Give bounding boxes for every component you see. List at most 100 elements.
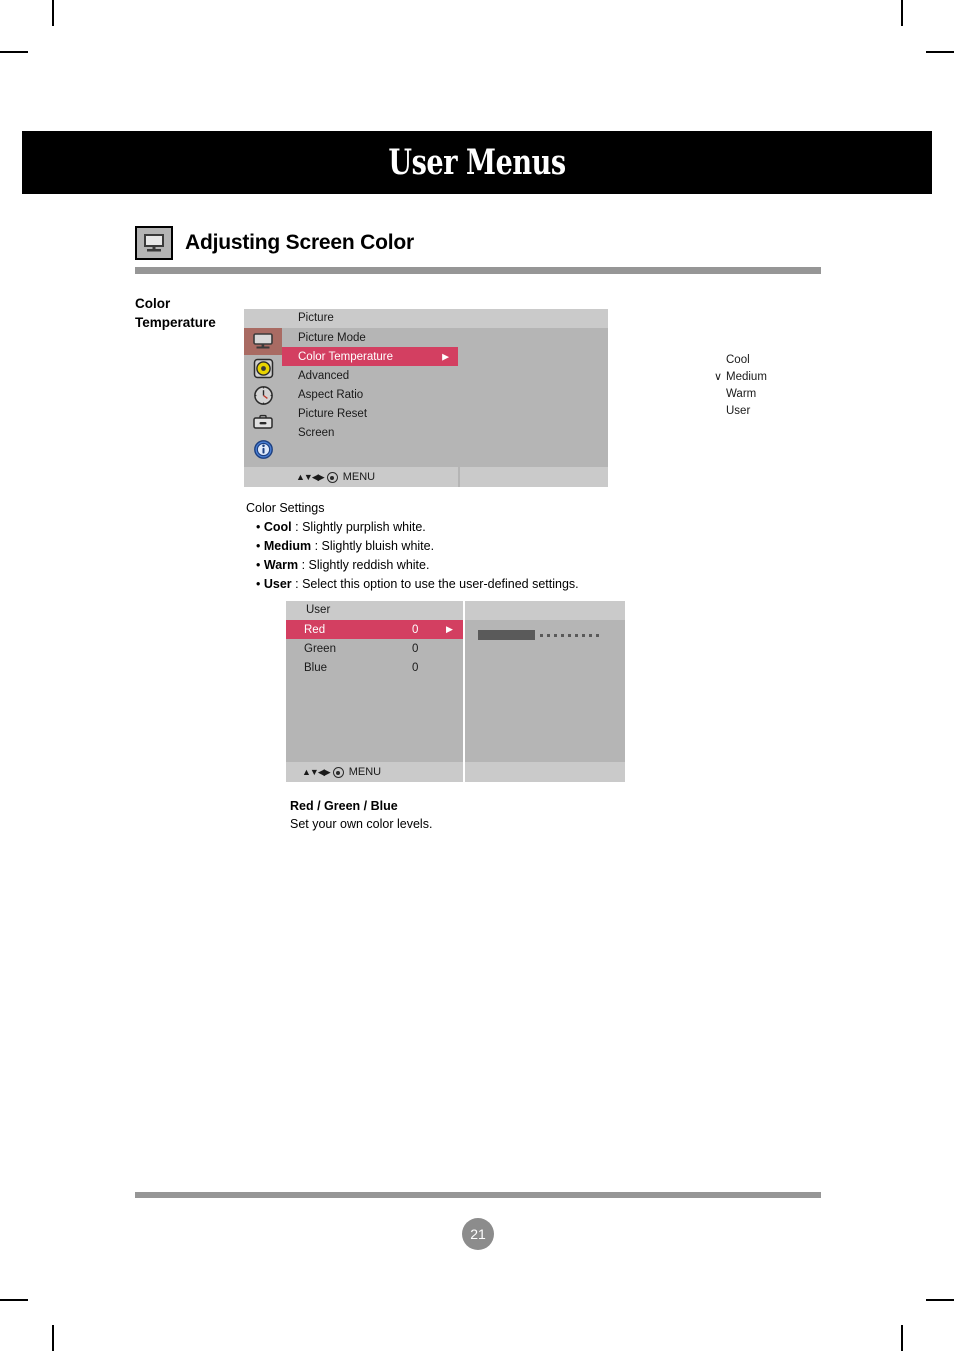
bullet-icon: • bbox=[256, 539, 261, 553]
page-banner-title: User Menus bbox=[388, 142, 566, 183]
crop-mark-top-left-horizontal bbox=[0, 51, 28, 53]
rgb-value: 0 bbox=[412, 661, 419, 674]
rgb-row-blue[interactable]: Blue 0 bbox=[286, 658, 463, 677]
slider-dot bbox=[575, 633, 578, 637]
bullet-icon: • bbox=[256, 520, 261, 534]
menu-item-label: Advanced bbox=[298, 369, 350, 382]
slider-dot bbox=[589, 633, 592, 637]
osd-user-header-title: User bbox=[306, 604, 331, 616]
enter-dot-icon bbox=[332, 767, 344, 778]
crop-mark-top-left-vertical bbox=[52, 0, 54, 26]
crop-mark-bottom-right-vertical bbox=[901, 1325, 903, 1351]
explanation-term: Medium bbox=[263, 539, 312, 553]
monitor-icon bbox=[135, 226, 173, 260]
rgb-caption-title: Red / Green / Blue bbox=[290, 799, 398, 813]
option-cool[interactable]: Cool bbox=[704, 351, 854, 368]
side-label-line-2: Temperature bbox=[135, 315, 216, 330]
rgb-caption: Red / Green / Blue Set your own color le… bbox=[290, 797, 432, 833]
osd-picture-menu: Picture Picture Mode Color Temperature ▶… bbox=[244, 309, 767, 487]
osd-picture-nav-hints: ▲ ▼ ◀ ▶ MENU bbox=[296, 472, 375, 483]
explanation-item-medium: • Medium : Slightly bluish white. bbox=[246, 537, 579, 556]
slider-fill-bar bbox=[478, 630, 535, 640]
osd-picture-footer-filler bbox=[460, 467, 608, 487]
rgb-label: Red bbox=[304, 623, 326, 636]
option-warm[interactable]: Warm bbox=[704, 385, 854, 402]
menu-item-label: Picture Reset bbox=[298, 407, 368, 420]
osd-user-menu: User Red 0 ▶ Green 0 Blue 0 ▲ ▼ ◀ ▶ MENU bbox=[286, 601, 625, 782]
nav-menu-label: MENU bbox=[348, 766, 382, 778]
slider-track-dots bbox=[540, 633, 599, 637]
side-label-line-1: Color bbox=[135, 296, 171, 311]
menu-item-screen[interactable]: Screen bbox=[282, 423, 458, 442]
menu-item-aspect-ratio[interactable]: Aspect Ratio bbox=[282, 385, 458, 404]
rgb-label: Green bbox=[304, 642, 336, 655]
rgb-value: 0 bbox=[412, 623, 419, 636]
osd-user-vertical-divider bbox=[463, 601, 465, 782]
osd-user-footer-filler bbox=[465, 762, 625, 782]
red-level-slider[interactable] bbox=[478, 630, 599, 640]
explanation-term: User bbox=[263, 577, 292, 591]
osd-icon-rail bbox=[244, 328, 282, 467]
slider-dot bbox=[540, 633, 543, 637]
nav-up-icon: ▲ bbox=[302, 767, 311, 777]
option-check-mark: ∨ bbox=[714, 371, 723, 383]
rgb-value: 0 bbox=[412, 642, 419, 655]
option-user[interactable]: User bbox=[704, 402, 854, 419]
side-label-color-temperature: Color Temperature bbox=[135, 294, 245, 332]
explanation-item-user: • User : Select this option to use the u… bbox=[246, 575, 579, 594]
explanation-term: Cool bbox=[263, 520, 292, 534]
rail-icon-monitor[interactable] bbox=[244, 328, 282, 355]
rgb-caption-text: Set your own color levels. bbox=[290, 817, 433, 831]
rail-icon-audio-disc[interactable] bbox=[244, 355, 282, 382]
explanation-desc: : Slightly reddish white. bbox=[298, 558, 430, 572]
rail-icon-toolbox[interactable] bbox=[244, 409, 282, 436]
osd-picture-header: Picture bbox=[244, 309, 608, 328]
slider-dot bbox=[568, 633, 571, 637]
nav-down-icon: ▼ bbox=[303, 472, 313, 482]
rgb-row-green[interactable]: Green 0 bbox=[286, 639, 463, 658]
menu-item-label: Picture Mode bbox=[298, 331, 366, 344]
option-label: User bbox=[726, 404, 751, 417]
menu-item-advanced[interactable]: Advanced bbox=[282, 366, 458, 385]
section-heading: Adjusting Screen Color bbox=[135, 226, 414, 260]
bullet-icon: • bbox=[256, 577, 261, 591]
explanation-desc: : Slightly purplish white. bbox=[291, 520, 426, 534]
explanation-desc: : Select this option to use the user-def… bbox=[291, 577, 579, 591]
rail-icon-info[interactable] bbox=[244, 436, 282, 463]
footer-divider bbox=[135, 1192, 821, 1198]
explanation-heading: Color Settings bbox=[246, 501, 325, 515]
nav-right-icon: ▶ bbox=[323, 767, 331, 777]
option-label: Cool bbox=[726, 353, 750, 366]
option-medium[interactable]: ∨ Medium bbox=[704, 368, 854, 385]
menu-item-picture-reset[interactable]: Picture Reset bbox=[282, 404, 458, 423]
menu-item-label: Color Temperature bbox=[298, 350, 394, 363]
rgb-row-red[interactable]: Red 0 ▶ bbox=[286, 620, 463, 639]
color-settings-explanation: Color Settings • Cool : Slightly purplis… bbox=[246, 499, 579, 594]
explanation-item-cool: • Cool : Slightly purplish white. bbox=[246, 518, 579, 537]
nav-menu-label: MENU bbox=[342, 471, 376, 483]
crop-mark-top-right-horizontal bbox=[926, 51, 954, 53]
rgb-label: Blue bbox=[304, 661, 328, 674]
rail-icon-clock[interactable] bbox=[244, 382, 282, 409]
explanation-item-warm: • Warm : Slightly reddish white. bbox=[246, 556, 579, 575]
nav-down-icon: ▼ bbox=[309, 767, 319, 777]
menu-item-color-temperature[interactable]: Color Temperature ▶ bbox=[282, 347, 458, 366]
bullet-icon: • bbox=[256, 558, 261, 572]
slider-dot bbox=[547, 633, 550, 637]
slider-dot bbox=[554, 633, 557, 637]
menu-item-label: Screen bbox=[298, 426, 335, 439]
menu-item-picture-mode[interactable]: Picture Mode bbox=[282, 328, 458, 347]
osd-user-rgb-list: Red 0 ▶ Green 0 Blue 0 bbox=[286, 620, 463, 677]
nav-up-icon: ▲ bbox=[296, 472, 305, 482]
crop-mark-bottom-left-horizontal bbox=[0, 1299, 28, 1301]
slider-dot bbox=[561, 633, 564, 637]
chevron-right-icon: ▶ bbox=[446, 624, 453, 634]
page-number-badge: 21 bbox=[462, 1218, 494, 1250]
osd-picture-menu-list: Picture Mode Color Temperature ▶ Advance… bbox=[282, 328, 458, 442]
slider-dot bbox=[596, 633, 599, 637]
osd-user-nav-hints: ▲ ▼ ◀ ▶ MENU bbox=[302, 767, 381, 778]
osd-color-temperature-options: Cool ∨ Medium Warm User bbox=[704, 328, 854, 419]
explanation-term: Warm bbox=[263, 558, 299, 572]
page-banner: User Menus bbox=[22, 131, 932, 194]
osd-user-header: User bbox=[286, 601, 625, 620]
